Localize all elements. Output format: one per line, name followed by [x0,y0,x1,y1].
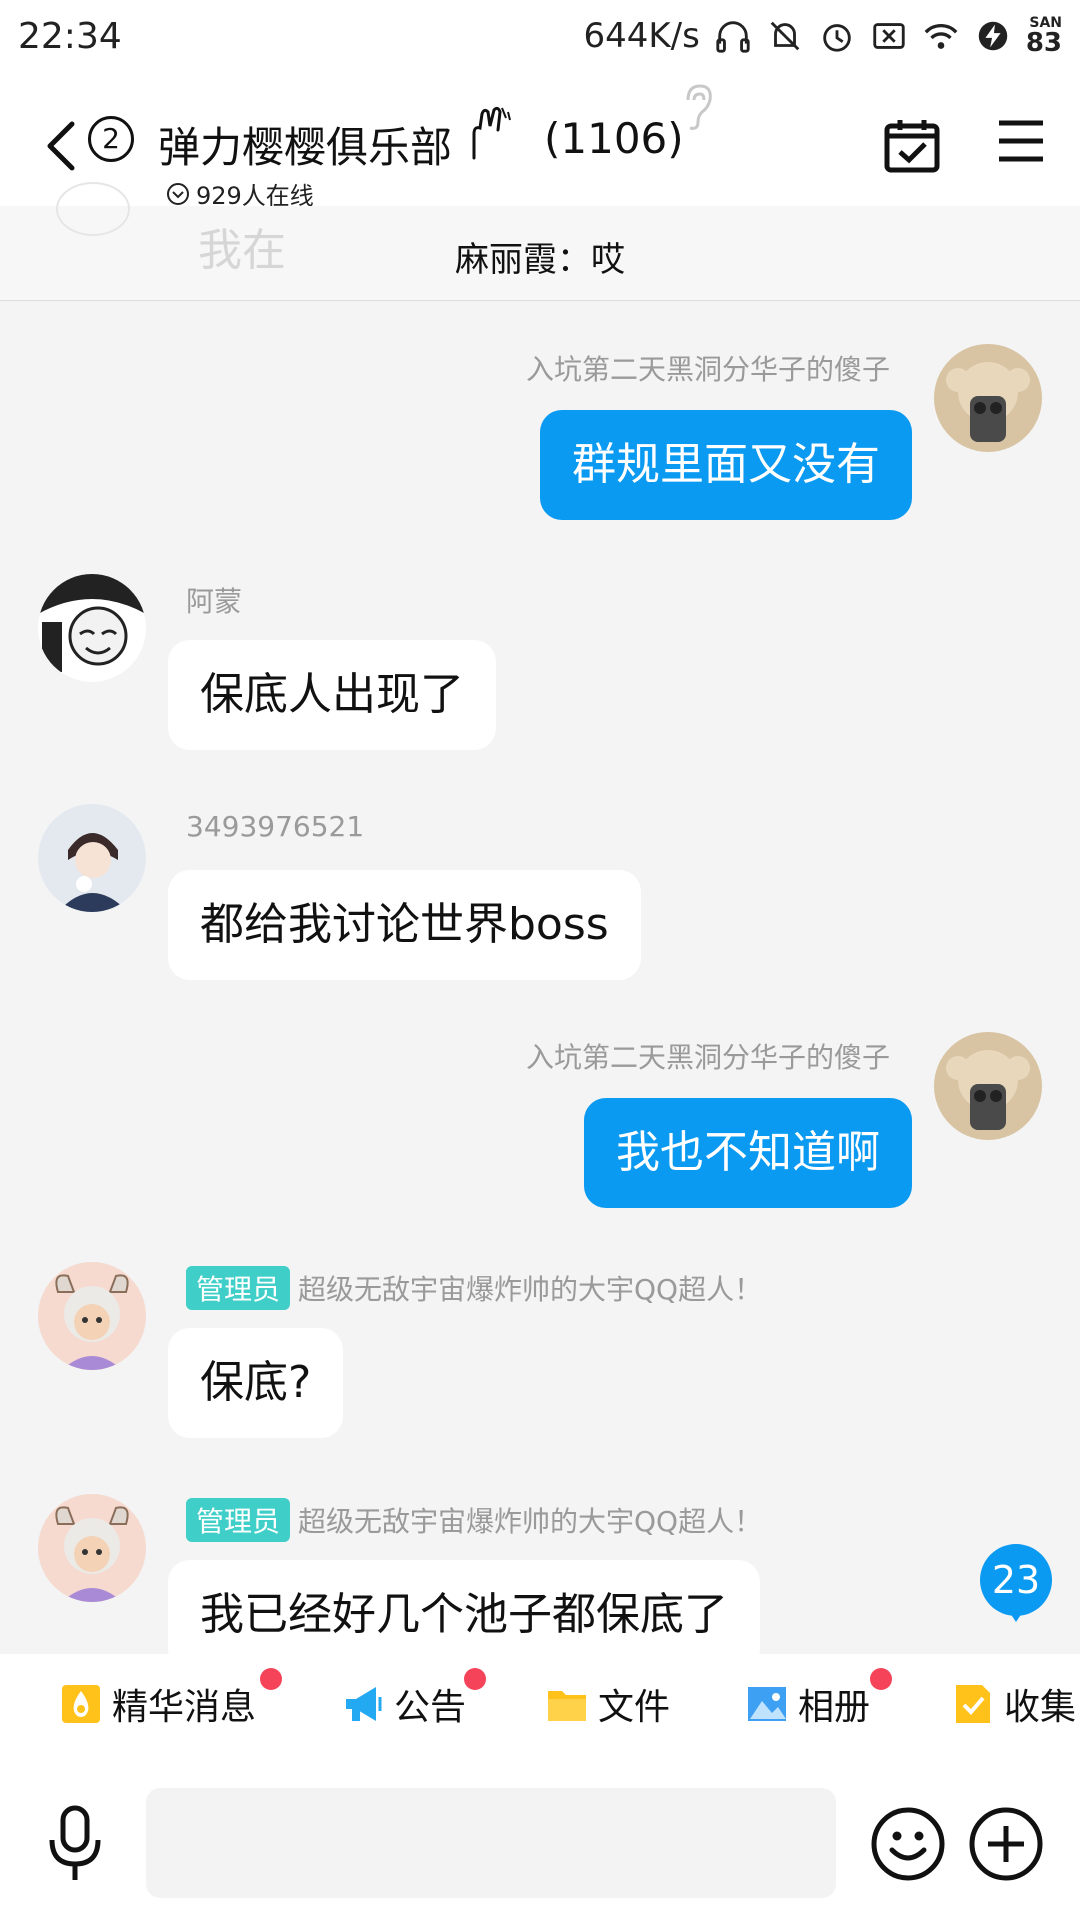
megaphone-icon [346,1687,382,1721]
unread-dot [260,1668,282,1690]
sim-off-icon [873,23,905,49]
battery-level: 83 [1025,28,1062,58]
new-messages-badge[interactable]: 23 [980,1544,1052,1622]
unread-count-badge[interactable]: 2 [88,116,134,162]
photo-icon [748,1687,786,1721]
chevron-down-icon [167,182,189,205]
quick-item-essence[interactable]: 精华消息 [60,1678,256,1730]
collect-icon [956,1685,990,1723]
network-speed: 644K/s [583,16,700,56]
quick-item-label: 相册 [798,1687,871,1728]
essence-icon [62,1685,100,1723]
unread-dot [464,1668,486,1690]
wifi-icon [924,24,958,49]
microphone-icon[interactable] [40,1804,110,1884]
sender-name: 阿蒙 [186,585,243,618]
quick-item-label: 文件 [598,1687,671,1728]
quick-item-label: 收集 [1004,1687,1077,1728]
quick-item-collect[interactable]: 收集 [952,1678,1076,1730]
avatar[interactable] [934,344,1042,452]
message-bubble[interactable]: 都给我讨论世界boss [168,870,641,980]
plus-icon[interactable] [966,1804,1046,1884]
quick-item-files[interactable]: 文件 [546,1678,670,1730]
quick-item-label: 公告 [394,1687,467,1728]
back-icon[interactable] [40,116,80,176]
sender-name: 超级无敌宇宙爆炸帅的大宇QQ超人！ [298,1273,763,1306]
latest-message-banner[interactable]: 我在 麻丽霞：哎 [0,182,1080,301]
group-name[interactable]: 弹力樱樱俱乐部 [158,114,452,175]
admin-badge: 管理员 [186,1266,291,1310]
banner-text: 麻丽霞：哎 [455,240,625,280]
quick-item-label: 精华消息 [112,1687,257,1728]
sender-name: 入坑第二天黑洞分华子的傻子 [525,1041,890,1074]
chat-header: 2 弹力樱樱俱乐部 (1106) 929人在线 [0,76,1080,210]
status-icons: 644K/s SAN 83 [583,14,1062,58]
sender-name: 超级无敌宇宙爆炸帅的大宇QQ超人！ [298,1505,763,1538]
avatar[interactable] [38,804,146,912]
calendar-check-icon[interactable] [882,116,942,176]
bell-muted-icon [770,21,800,51]
avatar[interactable] [38,1262,146,1370]
message-bubble[interactable]: 我也不知道啊 [584,1098,912,1208]
raised-hand-icon [472,106,511,160]
folder-icon [548,1691,586,1721]
quick-toolbar: 精华消息 公告 文件 相册 收集 [0,1654,1080,1754]
quick-item-album[interactable]: 相册 [746,1678,870,1730]
admin-badge: 管理员 [186,1498,291,1542]
battery-indicator: SAN 83 [1026,16,1062,56]
input-bar [0,1754,1080,1920]
quick-item-announcement[interactable]: 公告 [342,1678,466,1730]
charging-icon [978,21,1008,51]
emoji-icon[interactable] [868,1804,948,1884]
alarm-icon [823,24,851,52]
message-bubble[interactable]: 保底? [168,1328,344,1438]
sender-line: 管理员 超级无敌宇宙爆炸帅的大宇QQ超人！ [186,1498,762,1542]
sender-name: 3493976521 [186,810,365,843]
avatar[interactable] [934,1032,1042,1140]
unread-dot [870,1668,892,1690]
menu-icon[interactable] [996,118,1046,164]
message-input[interactable] [146,1788,836,1898]
message-bubble[interactable]: 保底人出现了 [168,640,496,750]
status-time: 22:34 [18,16,122,57]
faded-avatar [56,182,130,236]
message-bubble[interactable]: 群规里面又没有 [540,410,912,520]
sender-line: 管理员 超级无敌宇宙爆炸帅的大宇QQ超人！ [186,1266,762,1310]
status-bar: 22:34 644K/s SAN 83 [0,0,1080,76]
sender-name: 入坑第二天黑洞分华子的傻子 [525,353,890,386]
ear-icon[interactable] [680,82,716,132]
member-count: (1106) [544,114,684,163]
headphones-icon [716,21,750,53]
avatar[interactable] [38,574,146,682]
avatar[interactable] [38,1494,146,1602]
